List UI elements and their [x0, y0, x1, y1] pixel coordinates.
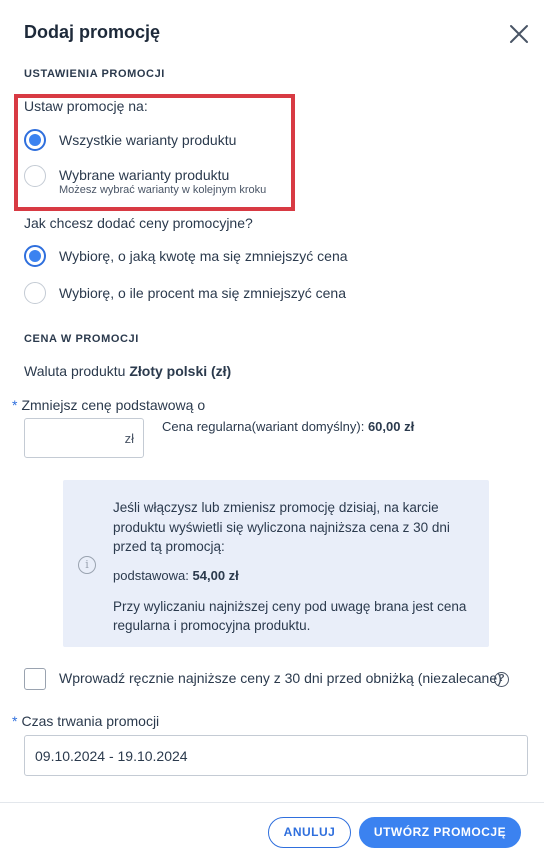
lowest-price-info-box: i Jeśli włączysz lub zmienisz promocję d…: [63, 480, 489, 647]
radio-all-variants-label[interactable]: Wszystkie warianty produktu: [59, 132, 236, 148]
radio-amount-label[interactable]: Wybiorę, o jaką kwotę ma się zmniejszyć …: [59, 248, 348, 264]
price-method-label: Jak chcesz dodać ceny promocyjne?: [24, 215, 253, 231]
cancel-button[interactable]: ANULUJ: [268, 817, 351, 848]
required-mark: *: [12, 713, 18, 729]
radio-percent-label[interactable]: Wybiorę, o ile procent ma się zmniejszyć…: [59, 285, 346, 301]
reduce-label: * Zmniejsz cenę podstawową o: [12, 397, 205, 413]
info-note-1: Przy wyliczaniu najniższej ceny pod uwag…: [113, 599, 467, 614]
set-on-label: Ustaw promocję na:: [24, 98, 148, 114]
info-line-3: przed tą promocją:: [113, 539, 225, 554]
settings-section-label: USTAWIENIA PROMOCJI: [24, 68, 165, 80]
duration-label: * Czas trwania promocji: [12, 713, 159, 729]
price-section-label: CENA W PROMOCJI: [24, 333, 139, 345]
currency-info: Waluta produktu Złoty polski (zł): [24, 363, 231, 379]
currency-unit: zł: [124, 431, 134, 446]
reduce-label-text: Zmniejsz cenę podstawową o: [21, 397, 206, 413]
create-promotion-button[interactable]: UTWÓRZ PROMOCJĘ: [359, 817, 521, 848]
info-note-2: regularna i promocyjna produktu.: [113, 618, 311, 633]
required-mark: *: [12, 397, 18, 413]
radio-percent[interactable]: [24, 282, 46, 304]
radio-selected-variants-hint: Możesz wybrać warianty w kolejnym kroku: [59, 184, 267, 196]
base-price: podstawowa: 54,00 zł: [113, 568, 239, 583]
info-line-1: Jeśli włączysz lub zmienisz promocję dzi…: [113, 500, 439, 515]
base-price-label: podstawowa:: [113, 568, 189, 583]
radio-amount[interactable]: [24, 245, 46, 267]
info-line-2: produktu wyświetli się wyliczona najniżs…: [113, 520, 450, 535]
currency-prefix: Waluta produktu: [24, 363, 126, 379]
duration-date-range-input[interactable]: 09.10.2024 - 19.10.2024: [24, 735, 528, 776]
radio-selected-variants-label[interactable]: Wybrane warianty produktu: [59, 167, 229, 183]
info-icon: i: [78, 556, 96, 574]
regular-price-value: 60,00 zł: [367, 419, 415, 434]
regular-price: Cena regularna(wariant domyślny): 60,00 …: [162, 419, 414, 434]
duration-label-text: Czas trwania promocji: [21, 713, 160, 729]
manual-lowest-price-label[interactable]: Wprowadź ręcznie najniższe ceny z 30 dni…: [59, 670, 502, 686]
currency-name: Złoty polski (zł): [129, 363, 232, 379]
help-icon[interactable]: ?: [494, 672, 509, 687]
footer-divider: [0, 802, 544, 803]
reduce-price-input[interactable]: [33, 419, 113, 457]
reduce-price-field[interactable]: zł: [24, 418, 144, 458]
radio-all-variants[interactable]: [24, 129, 46, 151]
manual-lowest-price-checkbox[interactable]: [24, 668, 46, 690]
regular-price-label: Cena regularna(wariant domyślny):: [162, 419, 365, 434]
close-icon[interactable]: [507, 22, 531, 46]
radio-selected-variants[interactable]: [24, 165, 46, 187]
dialog-title: Dodaj promocję: [24, 22, 161, 42]
base-price-value: 54,00 zł: [192, 568, 239, 583]
